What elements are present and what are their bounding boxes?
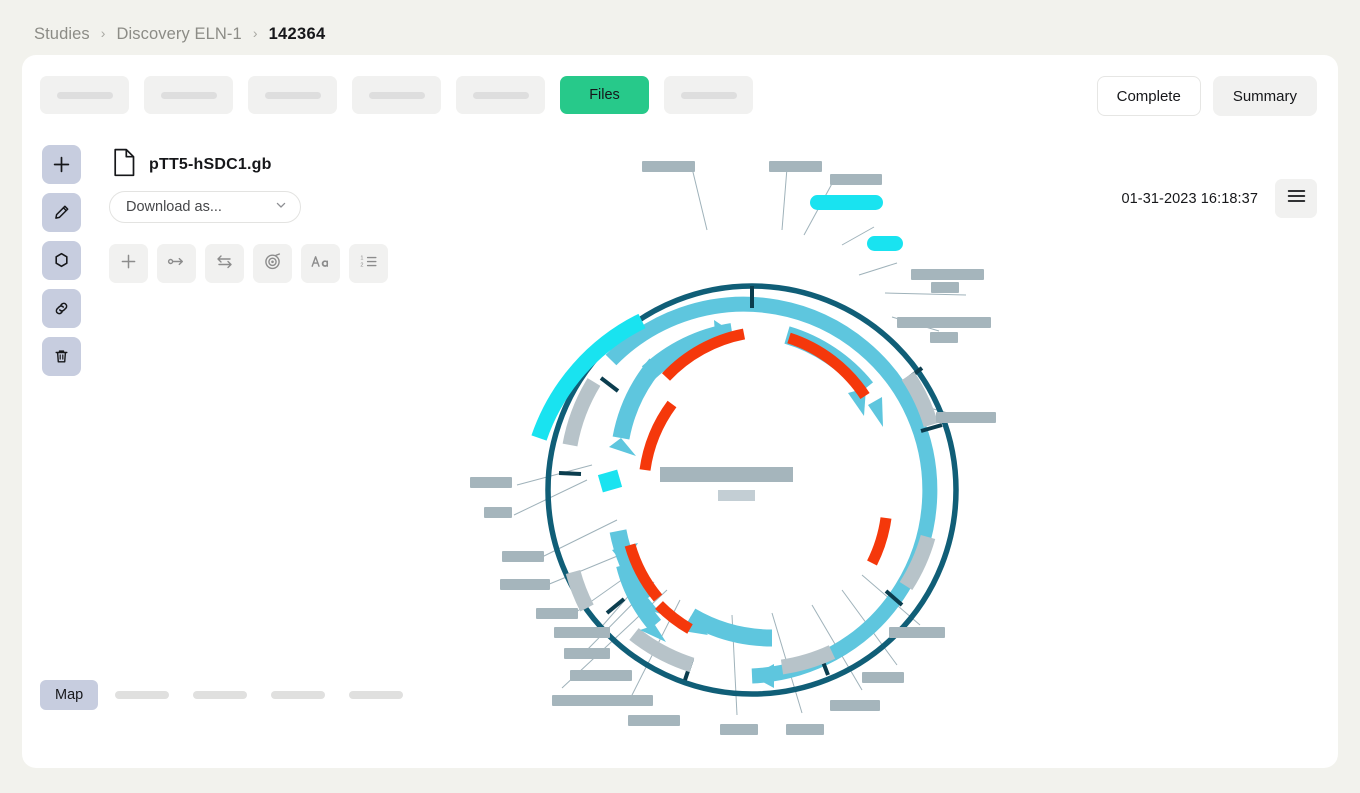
file-header: pTT5-hSDC1.gb	[112, 148, 272, 182]
circular-view-button[interactable]	[253, 244, 292, 283]
breadcrumb-item-current: 142364	[268, 24, 326, 43]
tab-redacted-4[interactable]	[352, 76, 441, 114]
redacted-label	[368, 91, 425, 99]
chevron-down-icon	[274, 198, 288, 216]
edit-button[interactable]	[42, 193, 81, 232]
plasmid-center-labels	[660, 467, 793, 501]
left-tool-rail	[42, 145, 81, 376]
file-menu-button[interactable]	[1275, 179, 1317, 218]
plasmid-small-cyan-marker[interactable]	[597, 469, 623, 493]
tab-redacted-7[interactable]	[664, 76, 753, 114]
map-toolbar: 1 2	[109, 244, 388, 283]
tab-redacted-3[interactable]	[248, 76, 337, 114]
svg-text:1: 1	[360, 255, 363, 261]
plus-icon	[120, 253, 137, 275]
shape-button[interactable]	[42, 241, 81, 280]
bottom-tab-redacted-3[interactable]	[271, 691, 326, 699]
tab-redacted-2[interactable]	[144, 76, 233, 114]
file-meta-row: 01-31-2023 16:18:37	[1121, 179, 1317, 218]
bottom-tab-bar: Map	[40, 680, 410, 710]
hexagon-icon	[52, 251, 71, 270]
redacted-label	[680, 91, 737, 99]
delete-button[interactable]	[42, 337, 81, 376]
add-icon	[52, 155, 71, 174]
redacted-label	[472, 91, 529, 99]
redacted-label	[160, 91, 217, 99]
file-timestamp: 01-31-2023 16:18:37	[1121, 190, 1258, 207]
breadcrumb-item-discovery-eln-1[interactable]: Discovery ELN-1	[117, 25, 242, 44]
download-as-select[interactable]: Download as...	[109, 191, 301, 223]
add-button[interactable]	[42, 145, 81, 184]
tab-redacted-1[interactable]	[40, 76, 129, 114]
bottom-tab-redacted-1[interactable]	[115, 691, 170, 699]
header-actions: Complete Summary	[1096, 76, 1317, 116]
numbered-list-icon: 1 2	[359, 253, 378, 275]
svg-text:2: 2	[360, 262, 363, 268]
link-icon	[52, 299, 71, 318]
swap-arrows-icon	[215, 253, 234, 275]
breadcrumb-separator: ›	[100, 25, 106, 41]
summary-button[interactable]: Summary	[1212, 76, 1317, 116]
breadcrumb-separator: ›	[252, 25, 258, 41]
bottom-tab-redacted-2[interactable]	[193, 691, 248, 699]
download-as-value: Download as...	[126, 199, 222, 215]
edit-pencil-icon	[52, 203, 71, 222]
breadcrumb-item-studies[interactable]: Studies	[34, 25, 90, 44]
trash-icon	[52, 347, 71, 366]
range-button[interactable]	[157, 244, 196, 283]
tab-redacted-5[interactable]	[456, 76, 545, 114]
circular-map-icon	[263, 252, 282, 276]
hamburger-icon	[1287, 189, 1306, 208]
swap-strand-button[interactable]	[205, 244, 244, 283]
breadcrumb: Studies › Discovery ELN-1 › 142364	[34, 20, 325, 48]
redacted-label	[264, 91, 321, 99]
tab-bar: Files	[40, 76, 753, 114]
file-name: pTT5-hSDC1.gb	[149, 156, 272, 173]
bottom-tab-redacted-4[interactable]	[349, 691, 404, 699]
content-card: Files Complete Summary pTT5-hSDC1.gb Dow…	[22, 55, 1338, 768]
text-format-icon	[310, 253, 331, 275]
redacted-label	[56, 91, 113, 99]
complete-button[interactable]: Complete	[1096, 76, 1201, 116]
link-button[interactable]	[42, 289, 81, 328]
plasmid-feature-labels[interactable]	[470, 161, 996, 735]
arrow-right-endpoint-icon	[167, 253, 186, 275]
file-icon	[112, 148, 137, 182]
plasmid-highlighted-labels[interactable]	[810, 195, 903, 251]
bottom-tab-map[interactable]: Map	[40, 680, 99, 710]
plasmid-map[interactable]	[442, 135, 1062, 755]
numbered-list-button[interactable]: 1 2	[349, 244, 388, 283]
text-format-button[interactable]	[301, 244, 340, 283]
tab-files[interactable]: Files	[560, 76, 649, 114]
add-feature-button[interactable]	[109, 244, 148, 283]
